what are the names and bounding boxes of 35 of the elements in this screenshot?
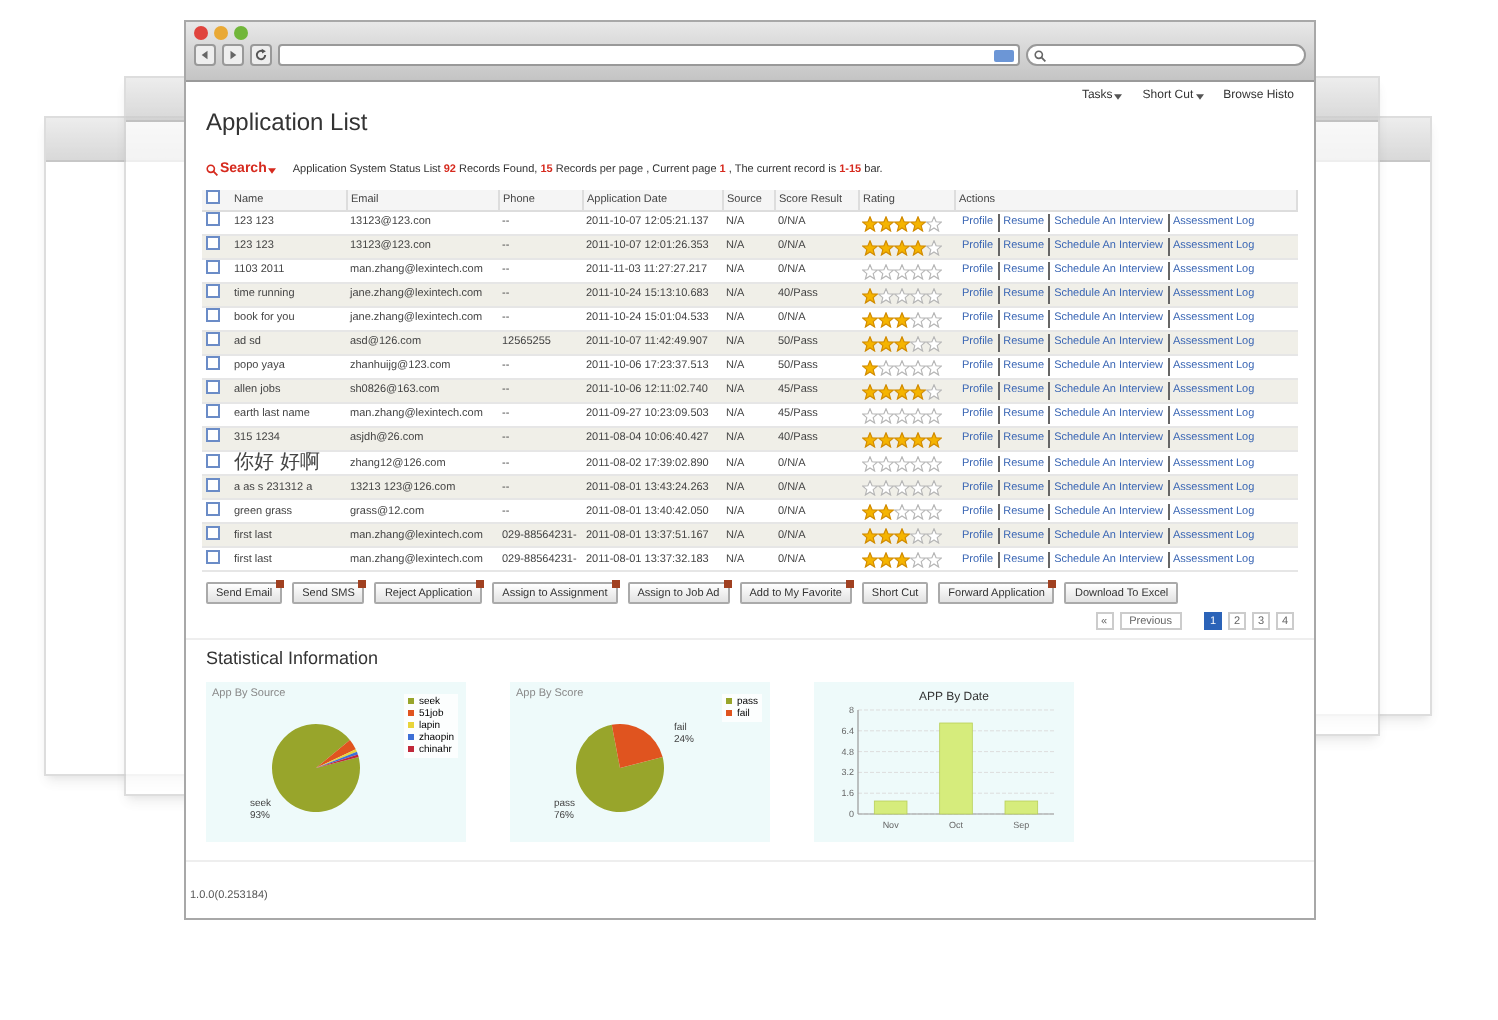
checkbox[interactable] [206, 236, 220, 251]
search-icon [206, 164, 218, 177]
checkbox[interactable] [206, 525, 220, 540]
checkbox[interactable] [206, 284, 220, 299]
filled-star-icon [862, 287, 878, 303]
reload-button[interactable] [250, 44, 272, 66]
search-field[interactable] [1026, 44, 1306, 66]
section-title: Statistical Information [206, 646, 381, 673]
checkbox[interactable] [206, 380, 220, 395]
checkbox[interactable] [206, 428, 220, 443]
filled-star-icon [862, 359, 878, 375]
checkbox[interactable] [206, 477, 220, 492]
zoom-button[interactable] [234, 26, 248, 40]
checkbox[interactable] [206, 189, 220, 204]
forward-button[interactable] [222, 44, 244, 66]
search-icon [1034, 49, 1046, 61]
checkbox[interactable] [206, 453, 220, 467]
page-title: Application List [206, 106, 368, 140]
right-triangle-icon [228, 50, 238, 60]
close-button[interactable] [194, 26, 208, 40]
table-cell: 你好 好啊 [234, 452, 320, 474]
left-triangle-icon [200, 50, 210, 60]
checkbox[interactable] [206, 404, 220, 419]
checkbox[interactable] [206, 332, 220, 347]
caret-icon [268, 167, 277, 174]
checkbox[interactable] [206, 356, 220, 371]
back-button[interactable] [194, 44, 216, 66]
reload-icon [254, 48, 268, 62]
address-field[interactable] [278, 44, 1020, 66]
rss-icon [994, 49, 1014, 61]
checkbox[interactable] [206, 308, 220, 323]
checkbox[interactable] [206, 549, 220, 564]
checkbox[interactable] [206, 501, 220, 516]
checkbox[interactable] [206, 212, 220, 227]
checkbox[interactable] [206, 260, 220, 275]
